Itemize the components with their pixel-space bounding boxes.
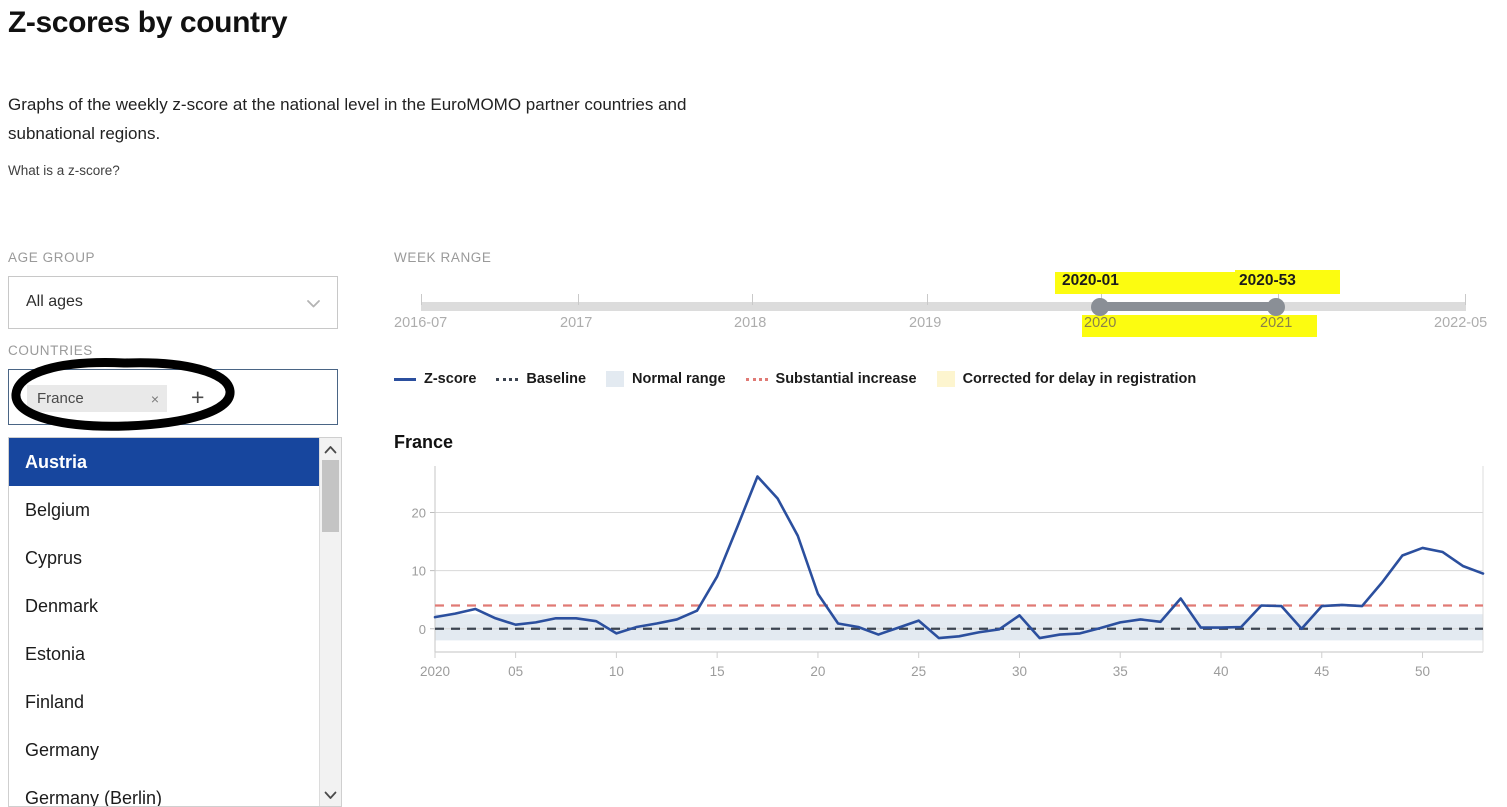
chart-xtick-label: 05: [508, 664, 523, 679]
slider-tick-mark-2019: [927, 294, 928, 305]
slider-label-min: 2016-07: [394, 315, 448, 331]
legend-label-z-score: Z-score: [424, 371, 477, 387]
slider-label-2017: 2017: [560, 315, 593, 331]
country-options-list[interactable]: Austria Belgium Cyprus Denmark Estonia F…: [8, 437, 342, 807]
slider-selected-range[interactable]: [1100, 302, 1276, 311]
country-option-germany[interactable]: Germany: [9, 726, 322, 774]
chart-xtick-label: 20: [810, 664, 825, 679]
chart-ytick-label: 0: [419, 622, 426, 637]
country-option-austria[interactable]: Austria: [9, 438, 322, 486]
legend-swatch-dotted-line-red-icon: [745, 377, 768, 381]
chart-xtick-label: 30: [1012, 664, 1027, 679]
chart-xtick-label: 45: [1314, 664, 1329, 679]
week-range-slider[interactable]: 2016-07 2017 2018 2019 2020 2021 2022-05…: [394, 270, 1492, 350]
countries-label: COUNTRIES: [8, 343, 93, 358]
age-group-value: All ages: [26, 293, 83, 310]
legend-label-substantial-increase: Substantial increase: [775, 371, 917, 387]
chart-xtick-label: 2020: [420, 664, 450, 679]
slider-tick-mark-max: [1465, 294, 1466, 305]
chart-xtick-label: 40: [1213, 664, 1228, 679]
z-score-chart: 0 10 20 2020 05 10 15 20 25 30 35 40 45 50: [394, 460, 1499, 690]
country-option-cyprus[interactable]: Cyprus: [9, 534, 322, 582]
legend-item-corrected-for-delay: Corrected for delay in registration: [936, 371, 1197, 387]
chart-legend: Z-score Baseline Normal range Substantia…: [394, 371, 1216, 387]
legend-swatch-dotted-line-icon: [496, 377, 519, 381]
chevron-down-icon[interactable]: [320, 785, 341, 805]
legend-item-z-score: Z-score: [394, 371, 476, 387]
legend-swatch-box-yellow-icon: [936, 371, 955, 387]
slider-label-2018: 2018: [734, 315, 767, 331]
chevron-up-icon[interactable]: [320, 439, 341, 459]
chart-series-z-score: [433, 475, 1485, 640]
slider-tick-mark-2017: [578, 294, 579, 305]
chart-xtick-label: 50: [1415, 664, 1430, 679]
what-is-a-z-score-link[interactable]: What is a z-score?: [8, 163, 120, 178]
legend-item-substantial-increase: Substantial increase: [745, 371, 917, 387]
slider-handle-end[interactable]: [1267, 298, 1285, 316]
scrollbar-thumb[interactable]: [322, 460, 339, 532]
country-option-estonia[interactable]: Estonia: [9, 630, 322, 678]
chart-xtick-label: 15: [710, 664, 725, 679]
close-icon[interactable]: ×: [129, 391, 159, 407]
country-option-finland[interactable]: Finland: [9, 678, 322, 726]
slider-tick-mark-min: [421, 294, 422, 305]
slider-label-2019: 2019: [909, 315, 942, 331]
slider-handle-start[interactable]: [1091, 298, 1109, 316]
country-option-denmark[interactable]: Denmark: [9, 582, 322, 630]
chart-xtick-label: 25: [911, 664, 926, 679]
country-option-germany-berlin[interactable]: Germany (Berlin): [9, 774, 322, 806]
chart-xtick-label: 35: [1113, 664, 1128, 679]
country-chip-label: France: [37, 390, 84, 407]
legend-swatch-box-icon: [606, 371, 625, 387]
legend-label-normal-range: Normal range: [632, 371, 726, 387]
chart-ytick-label: 20: [412, 506, 426, 521]
legend-item-baseline: Baseline: [496, 371, 586, 387]
chevron-down-icon: [306, 296, 321, 311]
chart-canvas: 010202020 05 10 15 20 25 30 35 40 45 50: [412, 466, 1485, 679]
plus-icon[interactable]: +: [191, 386, 204, 409]
legend-swatch-solid-line-icon: [394, 377, 416, 381]
page-title: Z-scores by country: [8, 6, 288, 39]
legend-item-normal-range: Normal range: [606, 371, 726, 387]
slider-end-value: 2020-53: [1239, 272, 1296, 289]
slider-start-value: 2020-01: [1062, 272, 1119, 289]
country-option-belgium[interactable]: Belgium: [9, 486, 322, 534]
chart-title: France: [394, 432, 454, 452]
slider-label-2021: 2021: [1260, 315, 1293, 331]
list-scrollbar[interactable]: [319, 438, 341, 806]
slider-tick-mark-2018: [752, 294, 753, 305]
country-chip-france[interactable]: France ×: [27, 385, 167, 412]
chart-ytick-label: 10: [412, 564, 426, 579]
age-group-label: AGE GROUP: [8, 250, 96, 265]
page-intro-text: Graphs of the weekly z-score at the nati…: [8, 95, 687, 143]
legend-label-corrected-for-delay: Corrected for delay in registration: [962, 371, 1197, 387]
week-range-label: WEEK RANGE: [394, 250, 492, 265]
slider-label-max: 2022-05: [1434, 315, 1488, 331]
chart-xtick-label: 10: [609, 664, 624, 679]
legend-label-baseline: Baseline: [526, 371, 587, 387]
slider-label-2020: 2020: [1084, 315, 1117, 331]
countries-input[interactable]: France × +: [8, 369, 338, 425]
age-group-select[interactable]: All ages: [8, 276, 338, 329]
